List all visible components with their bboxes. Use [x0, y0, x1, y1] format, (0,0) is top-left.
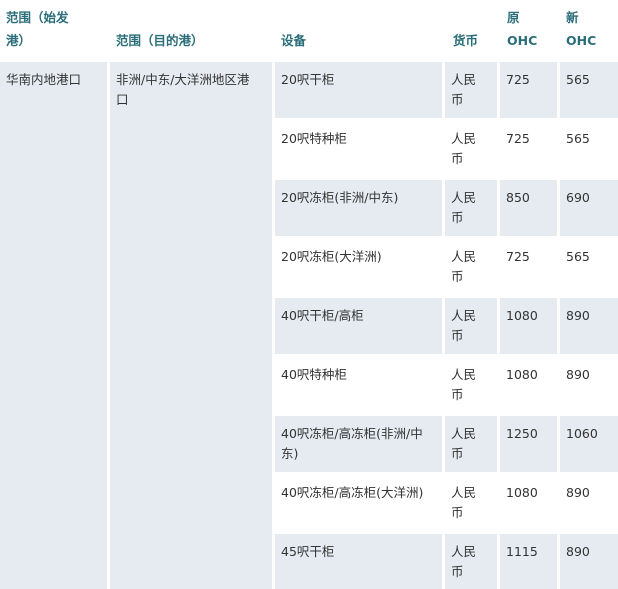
equipment-cell: 20呎特种柜: [275, 121, 442, 177]
currency-cell: 人民 币: [445, 357, 497, 413]
new-ohc-cell: 565: [560, 62, 618, 118]
equipment-cell: 20呎干柜: [275, 62, 442, 118]
currency-cell: 人民 币: [445, 180, 497, 236]
currency-cell: 人民 币: [445, 239, 497, 295]
new-ohc-cell: 565: [560, 121, 618, 177]
header-equipment: 设备: [275, 0, 442, 60]
old-ohc-cell: 1080: [500, 298, 557, 354]
header-destination: 范围（目的港）: [110, 0, 267, 60]
old-ohc-cell: 850: [500, 180, 557, 236]
equipment-cell: 45呎干柜: [275, 534, 442, 589]
old-ohc-cell: 1080: [500, 475, 557, 531]
new-ohc-cell: 890: [560, 534, 618, 589]
old-ohc-cell: 1080: [500, 357, 557, 413]
header-origin: 范围（始发 港）: [0, 0, 107, 60]
ohc-rate-table: 范围（始发 港） 范围（目的港） 设备 货币 原 OHC 新 OHC 华南内地港…: [0, 0, 618, 589]
new-ohc-cell: 890: [560, 298, 618, 354]
header-currency: 货币: [447, 0, 497, 60]
old-ohc-cell: 1250: [500, 416, 557, 472]
old-ohc-cell: 1115: [500, 534, 557, 589]
currency-cell: 人民 币: [445, 416, 497, 472]
currency-cell: 人民 币: [445, 121, 497, 177]
equipment-cell: 40呎冻柜/高冻柜(大洋洲): [275, 475, 442, 531]
currency-cell: 人民 币: [445, 298, 497, 354]
new-ohc-cell: 890: [560, 475, 618, 531]
destination-region-cell: 非洲/中东/大洋洲地区港 口: [110, 62, 272, 589]
currency-cell: 人民 币: [445, 475, 497, 531]
equipment-cell: 40呎冻柜/高冻柜(非洲/中 东): [275, 416, 442, 472]
equipment-cell: 20呎冻柜(非洲/中东): [275, 180, 442, 236]
origin-region-cell: 华南内地港口: [0, 62, 107, 589]
equipment-cell: 20呎冻柜(大洋洲): [275, 239, 442, 295]
header-new-ohc: 新 OHC: [560, 0, 618, 60]
equipment-cell: 40呎干柜/高柜: [275, 298, 442, 354]
equipment-cell: 40呎特种柜: [275, 357, 442, 413]
header-old-ohc: 原 OHC: [501, 0, 556, 60]
new-ohc-cell: 1060: [560, 416, 618, 472]
currency-cell: 人民 币: [445, 62, 497, 118]
new-ohc-cell: 565: [560, 239, 618, 295]
old-ohc-cell: 725: [500, 62, 557, 118]
old-ohc-cell: 725: [500, 121, 557, 177]
currency-cell: 人民 币: [445, 534, 497, 589]
new-ohc-cell: 690: [560, 180, 618, 236]
new-ohc-cell: 890: [560, 357, 618, 413]
old-ohc-cell: 725: [500, 239, 557, 295]
